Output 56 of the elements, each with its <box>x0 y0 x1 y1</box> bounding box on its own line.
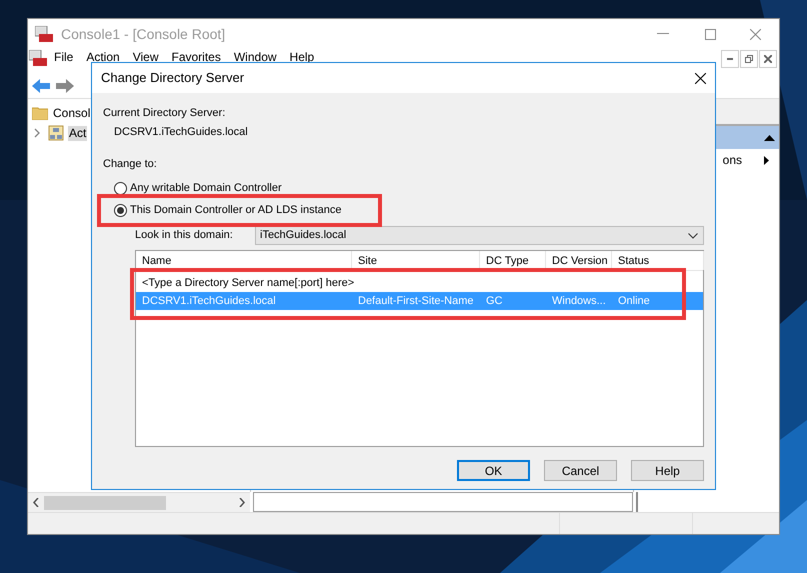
column-header[interactable]: DC Version <box>546 251 612 270</box>
current-server-label: Current Directory Server: <box>103 106 226 121</box>
change-to-label: Change to: <box>103 157 158 172</box>
column-header[interactable]: DC Type <box>480 251 546 270</box>
radio-button[interactable] <box>114 204 127 216</box>
restore-icon <box>745 55 753 63</box>
list-cell-text: DCSRV1.iTechGuides.local <box>141 294 277 309</box>
minimize-button[interactable] <box>721 50 739 68</box>
list-cell-text: <Type a Directory Server name[:port] here> <box>141 276 354 291</box>
current-server-value: DCSRV1.iTechGuides.local <box>113 125 249 140</box>
minimize-icon[interactable] <box>657 33 669 35</box>
toolbox-icon[interactable] <box>29 50 47 66</box>
list-cell-text: GC <box>485 294 504 309</box>
list-row[interactable]: <Type a Directory Server name[:port] here> <box>136 274 703 292</box>
radio-button[interactable] <box>114 182 127 194</box>
dialog-button[interactable]: OK <box>457 460 530 481</box>
domain-label: Look in this domain: <box>135 228 234 244</box>
submenu-arrow-icon <box>764 156 769 164</box>
domain-dropdown[interactable]: iTechGuides.local <box>255 226 704 245</box>
minimize-icon <box>727 58 733 60</box>
restore-button[interactable] <box>740 50 758 68</box>
close-button[interactable] <box>759 50 777 68</box>
column-header[interactable]: Site <box>352 251 480 270</box>
close-icon[interactable] <box>695 72 706 84</box>
column-header[interactable]: Name <box>136 251 352 270</box>
pane-entry[interactable]: ons <box>722 151 742 169</box>
menu-item[interactable]: View <box>132 51 158 64</box>
toolbox-icon <box>35 26 53 42</box>
dropdown-caret-icon <box>688 232 698 238</box>
collapse-icon[interactable] <box>764 134 775 140</box>
forward-arrow-icon[interactable] <box>56 78 74 92</box>
dialog-title: Change Directory Server <box>101 69 244 88</box>
dialog-button[interactable]: Cancel <box>544 460 617 481</box>
list-cell-text: Online <box>617 294 651 309</box>
radio-option[interactable]: Any writable Domain Controller <box>114 180 282 196</box>
menu-item[interactable]: Window <box>234 51 277 64</box>
maximize-icon[interactable] <box>705 28 716 40</box>
menu-item[interactable]: Action <box>86 51 120 64</box>
menu-item[interactable]: Help <box>290 51 314 64</box>
column-header[interactable]: Status <box>612 251 704 270</box>
menu-item[interactable]: Favorites <box>172 51 221 64</box>
radio-option[interactable]: This Domain Controller or AD LDS instance <box>114 202 342 218</box>
horizontal-scrollbar[interactable] <box>28 492 250 512</box>
tree-item[interactable]: Consol <box>52 106 92 120</box>
window-title: Console1 - [Console Root] <box>61 24 226 44</box>
list-cell-text: Default-First-Site-Name <box>357 294 475 309</box>
back-arrow-icon[interactable] <box>32 78 50 92</box>
scroll-left-icon[interactable] <box>33 498 39 507</box>
tree-item[interactable]: Act <box>68 126 88 140</box>
network-icon <box>48 125 64 141</box>
menu-item[interactable]: File <box>54 51 74 64</box>
list-cell-text: Windows... <box>551 294 607 309</box>
close-icon <box>764 55 772 63</box>
dialog-button[interactable]: Help <box>631 460 704 481</box>
scroll-right-icon[interactable] <box>239 498 245 507</box>
folder-icon <box>32 106 48 120</box>
